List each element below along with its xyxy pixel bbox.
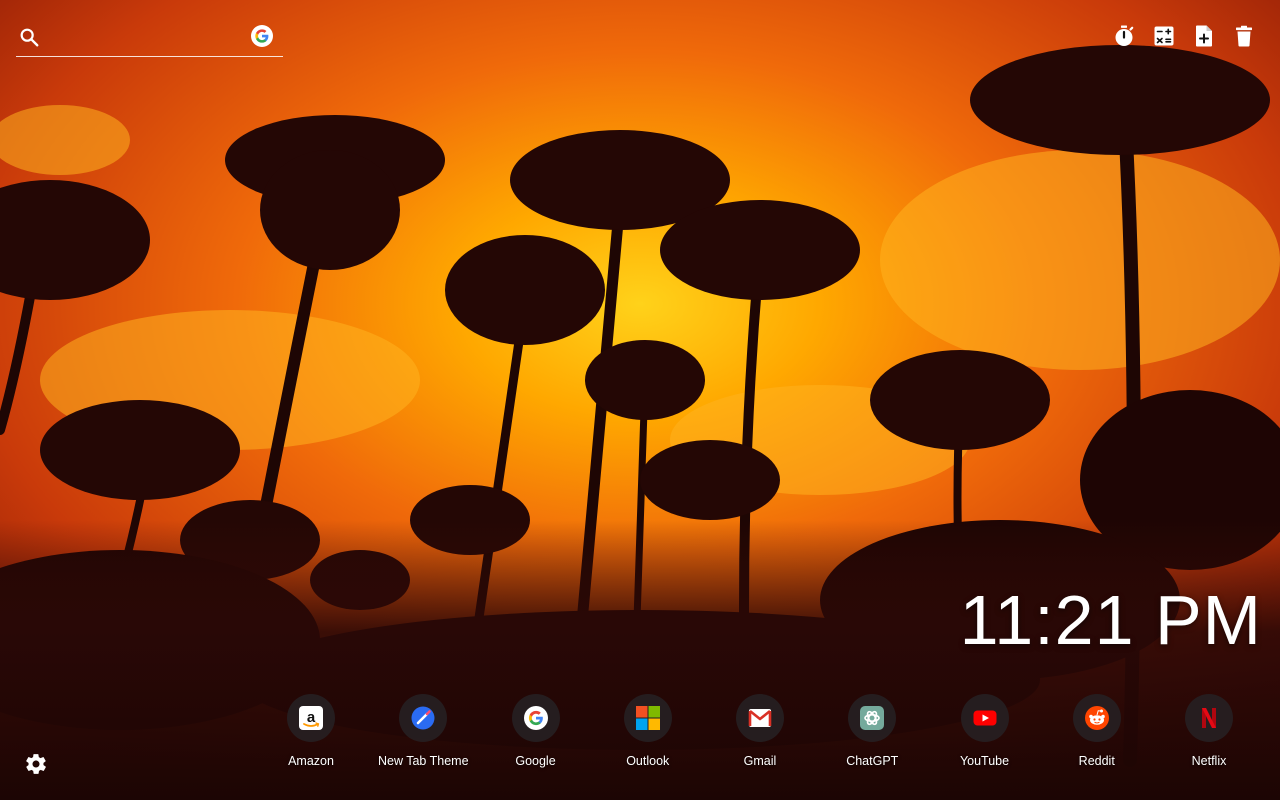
shortcut-google[interactable]: Google <box>480 694 592 768</box>
toolbar <box>1112 24 1256 48</box>
netflix-icon <box>1185 694 1233 742</box>
search-icon[interactable] <box>18 26 40 48</box>
shortcut-grid: a Amazon New Tab Theme Google Outlook Gm… <box>255 694 1265 768</box>
wallpaper-background <box>0 0 1280 800</box>
shortcut-amazon[interactable]: a Amazon <box>255 694 367 768</box>
shortcut-label: Amazon <box>288 754 334 768</box>
shortcut-label: Netflix <box>1191 754 1227 768</box>
google-icon <box>511 694 560 742</box>
youtube-icon <box>960 694 1009 742</box>
shortcut-label: New Tab Theme <box>377 754 469 768</box>
chatgpt-icon <box>848 694 897 742</box>
shortcut-label: ChatGPT <box>846 754 899 768</box>
calculator-icon[interactable] <box>1152 24 1176 48</box>
timer-icon[interactable] <box>1112 24 1136 48</box>
clock-time: 11:21 PM <box>959 581 1262 659</box>
shortcut-label: YouTube <box>959 754 1010 768</box>
shortcut-outlook[interactable]: Outlook <box>592 694 704 768</box>
google-search-engine-icon[interactable] <box>251 25 273 47</box>
shortcut-label: Gmail <box>743 754 777 768</box>
outlook-icon <box>623 694 672 742</box>
shortcut-label: Reddit <box>1078 754 1115 768</box>
reddit-icon <box>1072 694 1121 742</box>
shortcut-chatgpt[interactable]: ChatGPT <box>816 694 928 768</box>
shortcut-youtube[interactable]: YouTube <box>929 694 1041 768</box>
gmail-icon <box>736 694 784 742</box>
shortcut-gmail[interactable]: Gmail <box>704 694 816 768</box>
shortcut-label: Outlook <box>626 754 670 768</box>
gear-icon[interactable] <box>24 752 48 776</box>
search-input[interactable] <box>50 24 244 52</box>
shortcut-label: Google <box>515 754 556 768</box>
amazon-icon: a <box>287 694 335 742</box>
shortcut-netflix[interactable]: Netflix <box>1153 694 1265 768</box>
new-tab-theme-icon <box>399 694 448 742</box>
shortcut-reddit[interactable]: Reddit <box>1041 694 1153 768</box>
search-bar <box>16 20 283 57</box>
new-note-icon[interactable] <box>1192 24 1216 48</box>
svg-text:a: a <box>307 709 316 726</box>
trash-icon[interactable] <box>1232 24 1256 48</box>
shortcut-new-tab-theme[interactable]: New Tab Theme <box>367 694 479 768</box>
